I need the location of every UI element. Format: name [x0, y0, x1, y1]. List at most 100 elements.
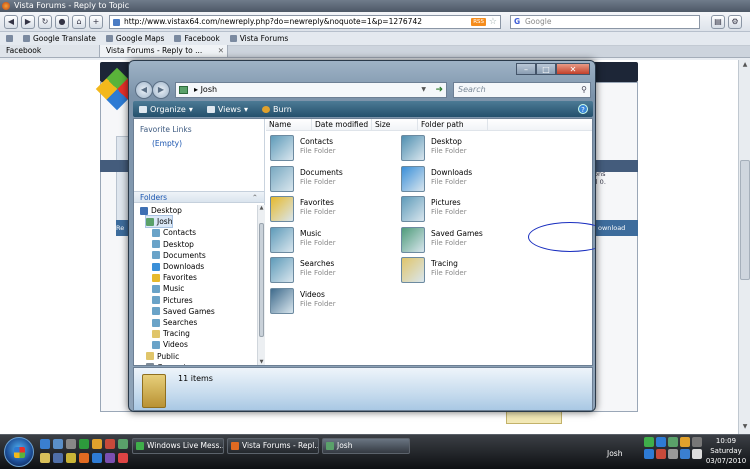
taskbar-explorer[interactable]: Josh	[322, 438, 410, 454]
scroll-thumb[interactable]	[740, 160, 750, 280]
new-tab-button[interactable]: +	[89, 14, 103, 29]
minimize-button[interactable]	[702, 0, 718, 12]
tree-item-contacts[interactable]: Contacts	[152, 227, 196, 238]
tree-item-tracing[interactable]: Tracing	[152, 328, 190, 339]
web-search-input[interactable]: G Google	[510, 14, 700, 29]
forum-reply-link[interactable]: Re	[116, 224, 124, 232]
page-menu-button[interactable]: ▤	[711, 14, 725, 29]
bookmark-facebook[interactable]: Facebook	[174, 34, 220, 43]
reload-button[interactable]: ↻	[38, 14, 52, 29]
folder-item-contacts[interactable]: Contacts File Folder	[270, 135, 390, 163]
messenger-icon[interactable]	[644, 437, 654, 447]
tree-item-videos[interactable]: Videos	[152, 339, 188, 350]
folder-tree-scrollbar[interactable]: ▲ ▼	[257, 205, 265, 365]
folder-item-desktop[interactable]: Desktop File Folder	[401, 135, 521, 163]
explorer-icon[interactable]	[118, 439, 128, 449]
taskbar-firefox[interactable]: Vista Forums - Repl...	[227, 438, 319, 454]
tree-item-searches[interactable]: Searches	[152, 317, 197, 328]
tree-item-computer[interactable]: Computer	[146, 362, 194, 365]
page-scrollbar[interactable]: ▲ ▼	[738, 60, 750, 434]
scroll-up-icon[interactable]: ▲	[740, 61, 750, 71]
explorer-address-bar[interactable]: ▸ Josh ▼ ➜	[175, 82, 447, 98]
column-date-modified[interactable]: Date modified	[312, 119, 372, 131]
tree-item-music[interactable]: Music	[152, 283, 184, 294]
close-tab-icon[interactable]: ✕	[218, 45, 224, 57]
folder-item-pictures[interactable]: Pictures File Folder	[401, 196, 521, 224]
antivirus-icon[interactable]	[656, 449, 666, 459]
explorer-back-button[interactable]: ◀	[135, 81, 153, 99]
folder-item-searches[interactable]: Searches File Folder	[270, 257, 390, 285]
tree-item-desktop[interactable]: Desktop	[140, 205, 182, 216]
folder-item-downloads[interactable]: Downloads File Folder	[401, 165, 521, 194]
bookmark-star-icon[interactable]: ☆	[489, 16, 497, 28]
explorer-search-input[interactable]: Search ⚲	[453, 82, 591, 98]
explorer-maximize-button[interactable]: □	[536, 63, 556, 75]
tab-facebook[interactable]: Facebook	[0, 45, 100, 57]
forum-download-link[interactable]: ownload	[596, 224, 628, 232]
network-icon[interactable]	[53, 453, 63, 463]
explorer-forward-button[interactable]: ▶	[152, 81, 170, 99]
bookmarks-apps-icon[interactable]	[6, 35, 13, 42]
notes-icon[interactable]	[40, 453, 50, 463]
bluetooth-icon[interactable]	[644, 449, 654, 459]
column-folder-path[interactable]: Folder path	[418, 119, 488, 131]
folder-item-music[interactable]: Music File Folder	[270, 226, 390, 255]
search-icon[interactable]: ⚲	[581, 83, 587, 97]
usb-icon[interactable]	[668, 449, 678, 459]
tools-menu-button[interactable]: ⚙	[728, 14, 742, 29]
tree-item-downloads[interactable]: Downloads	[152, 261, 204, 272]
burn-button[interactable]: Burn	[262, 105, 292, 114]
security-icon[interactable]	[668, 437, 678, 447]
network-icon[interactable]	[656, 437, 666, 447]
bookmark-vista-forums[interactable]: Vista Forums	[229, 34, 288, 43]
scroll-thumb[interactable]	[259, 223, 264, 337]
clock[interactable]: 10:09 Saturday 03/07/2010	[704, 436, 748, 466]
views-button[interactable]: Views ▾	[206, 105, 248, 114]
tree-item-saved-games[interactable]: Saved Games	[152, 306, 215, 317]
volume-icon[interactable]	[692, 437, 702, 447]
organize-button[interactable]: Organize ▾	[139, 105, 193, 114]
forward-button[interactable]: ▶	[21, 14, 35, 29]
url-bar[interactable]: http://www.vistax64.com/newreply.php?do=…	[109, 14, 501, 29]
refresh-icon[interactable]: ➜	[435, 83, 443, 97]
folder-item-favorites[interactable]: Favorites File Folder	[270, 196, 390, 224]
ie-icon[interactable]	[92, 453, 102, 463]
folder-item-videos[interactable]: Videos File Folder	[270, 287, 390, 316]
update-icon[interactable]	[680, 437, 690, 447]
app-icon[interactable]	[105, 453, 115, 463]
scroll-up-icon[interactable]: ▲	[258, 205, 265, 211]
tree-item-josh[interactable]: Josh	[144, 215, 174, 229]
home-button[interactable]: ⌂	[72, 14, 86, 29]
maximize-button[interactable]	[718, 0, 734, 12]
column-size[interactable]: Size	[372, 119, 418, 131]
switch-windows-icon[interactable]	[53, 439, 63, 449]
tree-item-favorites[interactable]: Favorites	[152, 272, 197, 283]
rss-icon[interactable]: RSS	[471, 17, 486, 26]
column-name[interactable]: Name	[266, 119, 312, 131]
bookmark-google-translate[interactable]: Google Translate	[23, 34, 96, 43]
explorer-minimize-button[interactable]: –	[516, 63, 536, 75]
folder-icon[interactable]	[92, 439, 102, 449]
tree-item-desktop[interactable]: Desktop	[152, 239, 194, 250]
address-dropdown-icon[interactable]: ▼	[421, 83, 426, 97]
help-icon[interactable]: ?	[578, 104, 588, 114]
star-icon[interactable]	[66, 453, 76, 463]
firefox-icon[interactable]	[79, 453, 89, 463]
scroll-down-icon[interactable]: ▼	[258, 359, 265, 365]
messenger-icon[interactable]	[79, 439, 89, 449]
bookmark-google-maps[interactable]: Google Maps	[105, 34, 164, 43]
app-icon[interactable]	[118, 453, 128, 463]
explorer-close-button[interactable]: ✕	[556, 63, 590, 75]
media-player-icon[interactable]	[66, 439, 76, 449]
volume-icon[interactable]	[692, 449, 702, 459]
folders-heading[interactable]: Folders ⌃	[134, 191, 264, 203]
taskbar-messenger[interactable]: Windows Live Mess...	[132, 438, 224, 454]
folder-item-documents[interactable]: Documents File Folder	[270, 165, 390, 194]
tab-vista-forums[interactable]: Vista Forums - Reply to ... ✕	[100, 45, 228, 57]
close-button[interactable]	[734, 0, 750, 12]
back-button[interactable]: ◀	[4, 14, 18, 29]
tree-item-public[interactable]: Public	[146, 351, 179, 362]
folder-item-saved-games[interactable]: Saved Games File Folder	[401, 226, 521, 255]
tree-item-pictures[interactable]: Pictures	[152, 295, 193, 306]
folder-item-tracing[interactable]: Tracing File Folder	[401, 257, 521, 285]
